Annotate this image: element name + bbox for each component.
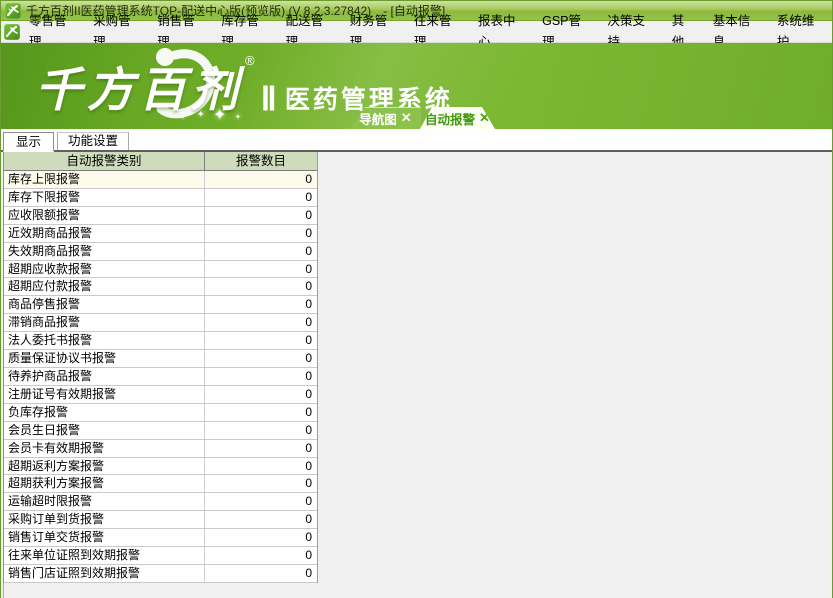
- alarm-panel: 自动报警类别 报警数目 库存上限报警 0 库存下限报警 0 应收限额报警 0 近…: [1, 150, 832, 598]
- cell-category: 超期应收款报警: [4, 261, 205, 278]
- cell-count: 0: [205, 422, 317, 439]
- table-row[interactable]: 超期应收款报警 0: [4, 261, 317, 279]
- cell-category: 商品停售报警: [4, 296, 205, 313]
- cell-count: 0: [205, 547, 317, 564]
- cell-count: 0: [205, 368, 317, 385]
- cell-count: 0: [205, 440, 317, 457]
- tab-auto-alarm[interactable]: 自动报警 ✕: [420, 107, 495, 129]
- cell-count: 0: [205, 278, 317, 295]
- cell-category: 会员卡有效期报警: [4, 440, 205, 457]
- cell-category: 失效期商品报警: [4, 243, 205, 260]
- tab-label: 导航图: [359, 109, 397, 128]
- view-tab-strip: 显示 功能设置: [1, 129, 832, 150]
- table-row[interactable]: 法人委托书报警 0: [4, 332, 317, 350]
- tab-navigation-map[interactable]: 导航图 ✕: [350, 107, 421, 129]
- cell-count: 0: [205, 529, 317, 546]
- cell-count: 0: [205, 386, 317, 403]
- cell-category: 销售门店证照到效期报警: [4, 565, 205, 582]
- table-row[interactable]: 待养护商品报警 0: [4, 368, 317, 386]
- table-row[interactable]: 采购订单到货报警 0: [4, 511, 317, 529]
- cell-count: 0: [205, 225, 317, 242]
- menu-bar: 零售管理采购管理销售管理库存管理配送管理财务管理往来管理报表中心GSP管理决策支…: [1, 21, 832, 43]
- registered-mark: ®: [245, 53, 255, 68]
- cell-category: 法人委托书报警: [4, 332, 205, 349]
- cell-category: 超期返利方案报警: [4, 458, 205, 475]
- table-row[interactable]: 近效期商品报警 0: [4, 225, 317, 243]
- app-logo-icon: [5, 3, 21, 19]
- close-icon[interactable]: ✕: [401, 110, 412, 126]
- table-row[interactable]: 运输超时限报警 0: [4, 493, 317, 511]
- cell-category: 注册证号有效期报警: [4, 386, 205, 403]
- table-row[interactable]: 注册证号有效期报警 0: [4, 386, 317, 404]
- cell-count: 0: [205, 493, 317, 510]
- table-row[interactable]: 库存上限报警 0: [4, 171, 317, 189]
- cell-count: 0: [205, 314, 317, 331]
- cell-category: 会员生日报警: [4, 422, 205, 439]
- cell-count: 0: [205, 475, 317, 492]
- cell-category: 质量保证协议书报警: [4, 350, 205, 367]
- cell-count: 0: [205, 243, 317, 260]
- brand-banner: 千方百剂®Ⅱ医药管理系统 ✦ ✦ ✦ ✦ ✦ 导航图 ✕ 自动报警 ✕: [1, 43, 832, 129]
- cell-category: 往来单位证照到效期报警: [4, 547, 205, 564]
- table-row[interactable]: 失效期商品报警 0: [4, 243, 317, 261]
- tab-display[interactable]: 显示: [3, 132, 54, 152]
- cell-count: 0: [205, 207, 317, 224]
- cell-category: 滞销商品报警: [4, 314, 205, 331]
- cell-category: 超期应付款报警: [4, 278, 205, 295]
- document-tab-strip: 导航图 ✕ 自动报警 ✕: [1, 107, 832, 129]
- cell-count: 0: [205, 171, 317, 188]
- cell-count: 0: [205, 511, 317, 528]
- cell-category: 负库存报警: [4, 404, 205, 421]
- cell-count: 0: [205, 458, 317, 475]
- cell-count: 0: [205, 296, 317, 313]
- table-row[interactable]: 滞销商品报警 0: [4, 314, 317, 332]
- table-row[interactable]: 超期获利方案报警 0: [4, 475, 317, 493]
- close-icon[interactable]: ✕: [479, 110, 490, 126]
- cell-category: 待养护商品报警: [4, 368, 205, 385]
- cell-category: 采购订单到货报警: [4, 511, 205, 528]
- table-row[interactable]: 库存下限报警 0: [4, 189, 317, 207]
- table-header: 自动报警类别 报警数目: [4, 152, 317, 171]
- tab-label: 自动报警: [425, 109, 475, 128]
- column-header-category[interactable]: 自动报警类别: [4, 152, 205, 170]
- app-window: 千方百剂II医药管理系统TOP-配送中心版(预览版) (V 8.2.3.2784…: [0, 0, 833, 598]
- child-system-menu-icon[interactable]: [4, 24, 20, 40]
- table-body: 库存上限报警 0 库存下限报警 0 应收限额报警 0 近效期商品报警 0 失效期…: [4, 171, 317, 583]
- cell-category: 近效期商品报警: [4, 225, 205, 242]
- cell-category: 库存下限报警: [4, 189, 205, 206]
- cell-count: 0: [205, 565, 317, 582]
- table-row[interactable]: 会员生日报警 0: [4, 422, 317, 440]
- table-row[interactable]: 销售门店证照到效期报警 0: [4, 565, 317, 583]
- table-row[interactable]: 负库存报警 0: [4, 404, 317, 422]
- table-row[interactable]: 会员卡有效期报警 0: [4, 440, 317, 458]
- cell-category: 超期获利方案报警: [4, 475, 205, 492]
- table-row[interactable]: 往来单位证照到效期报警 0: [4, 547, 317, 565]
- grid-left-border: [3, 583, 4, 598]
- column-header-count[interactable]: 报警数目: [205, 152, 317, 170]
- cell-category: 销售订单交货报警: [4, 529, 205, 546]
- table-row[interactable]: 销售订单交货报警 0: [4, 529, 317, 547]
- cell-category: 运输超时限报警: [4, 493, 205, 510]
- cell-category: 库存上限报警: [4, 171, 205, 188]
- cell-count: 0: [205, 189, 317, 206]
- cell-category: 应收限额报警: [4, 207, 205, 224]
- table-row[interactable]: 质量保证协议书报警 0: [4, 350, 317, 368]
- alarm-table: 自动报警类别 报警数目 库存上限报警 0 库存下限报警 0 应收限额报警 0 近…: [3, 152, 318, 583]
- cell-count: 0: [205, 332, 317, 349]
- table-row[interactable]: 商品停售报警 0: [4, 296, 317, 314]
- table-row[interactable]: 超期应付款报警 0: [4, 278, 317, 296]
- cell-count: 0: [205, 350, 317, 367]
- table-row[interactable]: 应收限额报警 0: [4, 207, 317, 225]
- table-row[interactable]: 超期返利方案报警 0: [4, 458, 317, 476]
- tab-function-settings[interactable]: 功能设置: [57, 132, 129, 150]
- cell-count: 0: [205, 404, 317, 421]
- cell-count: 0: [205, 261, 317, 278]
